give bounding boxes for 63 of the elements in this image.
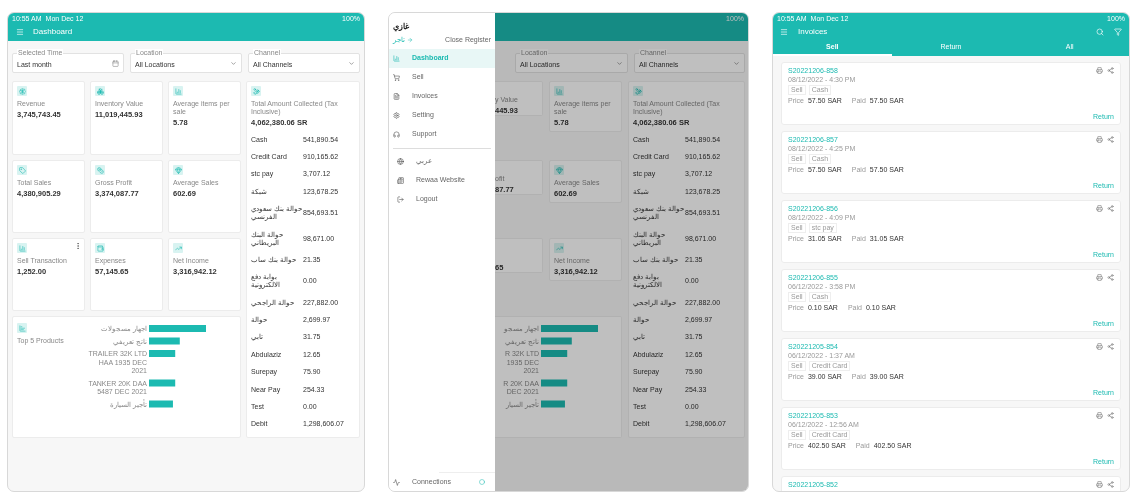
product-bar: [541, 325, 598, 332]
screen-title: Invoices: [798, 25, 829, 38]
status-circle-icon: [479, 479, 485, 485]
printer-icon[interactable]: [1096, 136, 1103, 143]
more-icon[interactable]: [74, 242, 82, 250]
trend-up-icon: [555, 244, 563, 252]
share-icon[interactable]: [1107, 136, 1114, 143]
printer-icon[interactable]: [1096, 205, 1103, 212]
printer-icon[interactable]: [1096, 67, 1103, 74]
trend-up-icon: [174, 244, 182, 252]
printer-icon[interactable]: [1096, 412, 1103, 419]
chevron-down-icon: [348, 59, 355, 67]
coins-hand-icon: [252, 87, 260, 95]
share-icon[interactable]: [1107, 205, 1114, 212]
printer-icon[interactable]: [1096, 343, 1103, 350]
gem-icon: [555, 166, 563, 174]
chevron-down-icon: [733, 59, 740, 67]
search-icon[interactable]: [1096, 27, 1104, 36]
gear-icon: [393, 111, 400, 119]
wallet-icon: [96, 244, 104, 252]
user-name: غازي: [392, 21, 410, 33]
share-icon[interactable]: [1107, 343, 1114, 350]
boxes-icon: [96, 87, 104, 95]
gem-icon: [174, 166, 182, 174]
bar-chart-icon: [393, 54, 400, 62]
coins-hand-icon: [634, 87, 642, 95]
product-bar: [541, 350, 568, 357]
menu-icon[interactable]: [16, 28, 24, 36]
chevron-down-icon: [616, 59, 623, 67]
bar-chart-icon: [555, 87, 563, 95]
chevron-down-icon: [230, 59, 237, 67]
share-icon[interactable]: [1107, 481, 1114, 488]
product-bar: [541, 337, 572, 345]
product-bar: [149, 400, 173, 408]
bar-chart-icon: [174, 87, 182, 95]
globe-icon: [397, 157, 404, 165]
cart-icon: [393, 73, 400, 81]
menu-icon[interactable]: [780, 27, 788, 36]
activity-icon: [393, 478, 400, 486]
product-bar: [541, 379, 568, 387]
product-bar: [149, 379, 176, 387]
product-bar: [149, 350, 176, 357]
money-badge-icon: [18, 87, 26, 95]
printer-icon[interactable]: [1096, 481, 1103, 488]
headphones-icon: [393, 130, 400, 138]
coins-icon: [96, 166, 104, 174]
share-icon[interactable]: [1107, 274, 1114, 281]
printer-icon[interactable]: [1096, 274, 1103, 281]
share-icon[interactable]: [1107, 412, 1114, 419]
document-icon: [393, 92, 400, 100]
filter-icon[interactable]: [1114, 27, 1122, 36]
arrow-right-icon[interactable]: [407, 37, 413, 44]
calendar-icon: [112, 59, 119, 67]
product-bar: [149, 337, 180, 345]
newspaper-icon: [397, 176, 404, 184]
logout-icon: [397, 195, 404, 203]
share-icon[interactable]: [1107, 67, 1114, 74]
bar-chart-icon: [18, 324, 26, 332]
tag-icon: [18, 166, 26, 174]
product-bar: [541, 400, 565, 408]
bar-chart-icon: [18, 244, 26, 252]
screen-title: Dashboard: [33, 26, 73, 38]
product-bar: [149, 325, 206, 332]
